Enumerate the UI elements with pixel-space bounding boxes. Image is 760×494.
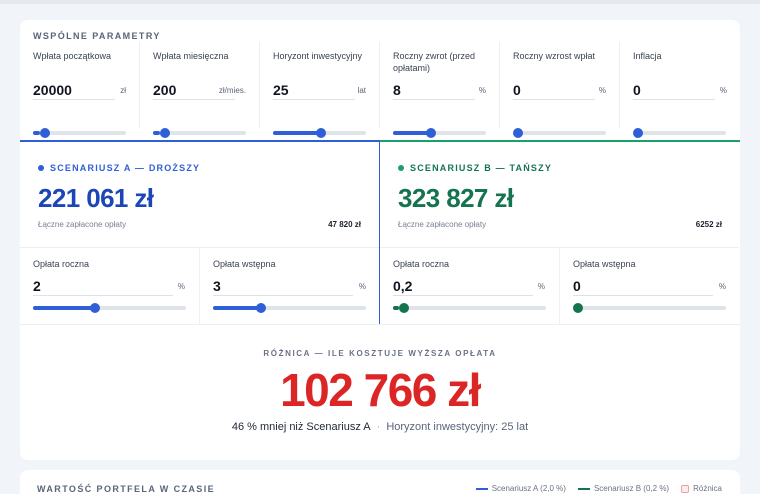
scenario-b-fees-value: 6252 zł — [695, 220, 722, 229]
param-unit: % — [718, 282, 726, 291]
inflation-slider[interactable] — [633, 128, 726, 138]
param-label: Opłata roczna — [393, 259, 450, 269]
top-strip — [0, 0, 760, 4]
slider-thumb[interactable] — [90, 303, 101, 313]
param-annual-return: Roczny zwrot (przed opłatami) 8 % — [380, 42, 500, 138]
scenario-b-annual-fee-slider[interactable] — [393, 303, 546, 313]
scenario-a-annual-fee-input[interactable]: 2 — [33, 278, 173, 296]
scenario-b-fees-label: Łączne zapłacone opłaty — [398, 220, 487, 229]
param-label: Horyzont inwestycyjny — [273, 51, 363, 61]
param-monthly-deposit: Wpłata miesięczna 200 zł/mies. — [140, 42, 260, 138]
slider-thumb[interactable] — [513, 128, 523, 138]
difference-value: 102 766 zł — [280, 364, 481, 416]
param-label: Roczny zwrot (przed opłatami) — [393, 51, 476, 73]
shared-parameters-title: WSPÓLNE PARAMETRY — [33, 31, 161, 41]
legend-label: Scenariusz B (0,2 %) — [593, 484, 670, 493]
scenario-b-entry-fee: Opłata wstępna 0 % — [560, 248, 740, 324]
deposit-growth-slider[interactable] — [513, 128, 606, 138]
scenario-b-annual-fee: Opłata roczna 0,2 % — [380, 248, 560, 324]
scenario-b-heading: SCENARIUSZ B — TAŃSZY — [398, 163, 552, 173]
scenario-a-card: SCENARIUSZ A — DROŻSZY 221 061 zł Łączne… — [20, 140, 380, 324]
difference-card: RÓŻNICA — ILE KOSZTUJE WYŻSZA OPŁATA 102… — [20, 324, 740, 460]
param-label: Opłata wstępna — [213, 259, 276, 269]
chart-legend: Scenariusz A (2,0 %) Scenariusz B (0,2 %… — [475, 484, 722, 493]
scenario-b-entry-fee-slider[interactable] — [573, 303, 726, 313]
legend-item-scenario-a[interactable]: Scenariusz A (2,0 %) — [475, 484, 566, 493]
scenario-b-title: SCENARIUSZ B — TAŃSZY — [410, 163, 553, 173]
scenario-a-dot-icon — [38, 165, 44, 171]
param-label: Roczny wzrost wpłat — [513, 51, 596, 61]
scenario-a-title: SCENARIUSZ A — DROŻSZY — [50, 163, 201, 173]
slider-thumb[interactable] — [255, 303, 266, 313]
param-label: Opłata roczna — [33, 259, 90, 269]
param-unit: zł — [120, 86, 126, 95]
param-label: Inflacja — [633, 51, 662, 61]
separator: · — [376, 421, 381, 433]
param-label: Opłata wstępna — [573, 259, 636, 269]
scenario-a-annual-fee: Opłata roczna 2 % — [20, 248, 200, 324]
param-deposit-growth: Roczny wzrost wpłat 0 % — [500, 42, 620, 138]
param-unit: % — [478, 86, 486, 95]
scenario-b-dot-icon — [398, 165, 404, 171]
scenario-b-entry-fee-input[interactable]: 0 — [573, 278, 713, 296]
param-unit: % — [719, 86, 727, 95]
shared-parameters-card: WSPÓLNE PARAMETRY Wpłata początkowa 2000… — [20, 20, 740, 140]
slider-thumb[interactable] — [398, 303, 409, 313]
scenario-a-entry-fee: Opłata wstępna 3 % — [200, 248, 380, 324]
slider-thumb[interactable] — [633, 128, 643, 138]
initial-deposit-input[interactable]: 20000 — [33, 82, 115, 100]
inflation-input[interactable]: 0 — [633, 82, 715, 100]
param-label: Wpłata miesięczna — [153, 51, 229, 61]
slider-thumb[interactable] — [573, 303, 583, 313]
portfolio-chart-title: WARTOŚĆ PORTFELA W CZASIE — [37, 484, 215, 494]
scenario-a-entry-fee-input[interactable]: 3 — [213, 278, 353, 296]
param-initial-deposit: Wpłata początkowa 20000 zł — [20, 42, 140, 138]
slider-thumb[interactable] — [426, 128, 437, 138]
scenario-a-fees-value: 47 820 zł — [328, 220, 361, 229]
monthly-deposit-slider[interactable] — [153, 128, 246, 138]
param-unit: % — [358, 282, 366, 291]
legend-line-icon — [577, 487, 590, 490]
portfolio-chart-card: WARTOŚĆ PORTFELA W CZASIE Scenariusz A (… — [20, 470, 740, 494]
scenario-a-heading: SCENARIUSZ A — DROŻSZY — [38, 163, 200, 173]
annual-return-input[interactable]: 8 — [393, 82, 475, 100]
param-unit: % — [537, 282, 545, 291]
legend-label: Scenariusz A (2,0 %) — [491, 484, 566, 493]
scenario-a-annual-fee-slider[interactable] — [33, 303, 186, 313]
scenario-a-fees-label: Łączne zapłacone opłaty — [38, 220, 127, 229]
legend-box-icon — [681, 484, 690, 493]
scenario-b-annual-fee-input[interactable]: 0,2 — [393, 278, 533, 296]
difference-note: 46 % mniej niż Scenariusz A · Horyzont inw… — [20, 421, 740, 433]
legend-item-difference[interactable]: Różnica — [681, 484, 722, 493]
param-unit: lat — [357, 86, 366, 95]
scenario-a-total: 221 061 zł — [38, 183, 154, 213]
param-inflation: Inflacja 0 % — [620, 42, 740, 138]
param-horizon: Horyzont inwestycyjny 25 lat — [260, 42, 380, 138]
horizon-input[interactable]: 25 — [273, 82, 355, 100]
slider-thumb[interactable] — [159, 128, 170, 138]
deposit-growth-input[interactable]: 0 — [513, 82, 595, 100]
shared-parameters-row: Wpłata początkowa 20000 zł Wpłata miesię… — [20, 42, 740, 138]
difference-horizon-note: Horyzont inwestycyjny: 25 lat — [386, 421, 529, 433]
legend-item-scenario-b[interactable]: Scenariusz B (0,2 %) — [577, 484, 670, 493]
difference-title: RÓŻNICA — ILE KOSZTUJE WYŻSZA OPŁATA — [263, 349, 497, 358]
param-unit: zł/mies. — [218, 86, 246, 95]
scenario-b-total: 323 827 zł — [398, 183, 514, 213]
difference-percent-note: 46 % mniej niż Scenariusz A — [231, 421, 371, 433]
horizon-slider[interactable] — [273, 128, 366, 138]
annual-return-slider[interactable] — [393, 128, 486, 138]
scenario-a-entry-fee-slider[interactable] — [213, 303, 366, 313]
slider-thumb[interactable] — [39, 128, 50, 138]
param-label: Wpłata początkowa — [33, 51, 112, 61]
param-unit: % — [177, 282, 185, 291]
initial-deposit-slider[interactable] — [33, 128, 126, 138]
param-unit: % — [598, 86, 606, 95]
legend-line-icon — [475, 487, 488, 490]
legend-label: Różnica — [693, 484, 722, 493]
scenario-b-card: SCENARIUSZ B — TAŃSZY 323 827 zł Łączne … — [380, 140, 740, 324]
slider-thumb[interactable] — [316, 128, 327, 138]
